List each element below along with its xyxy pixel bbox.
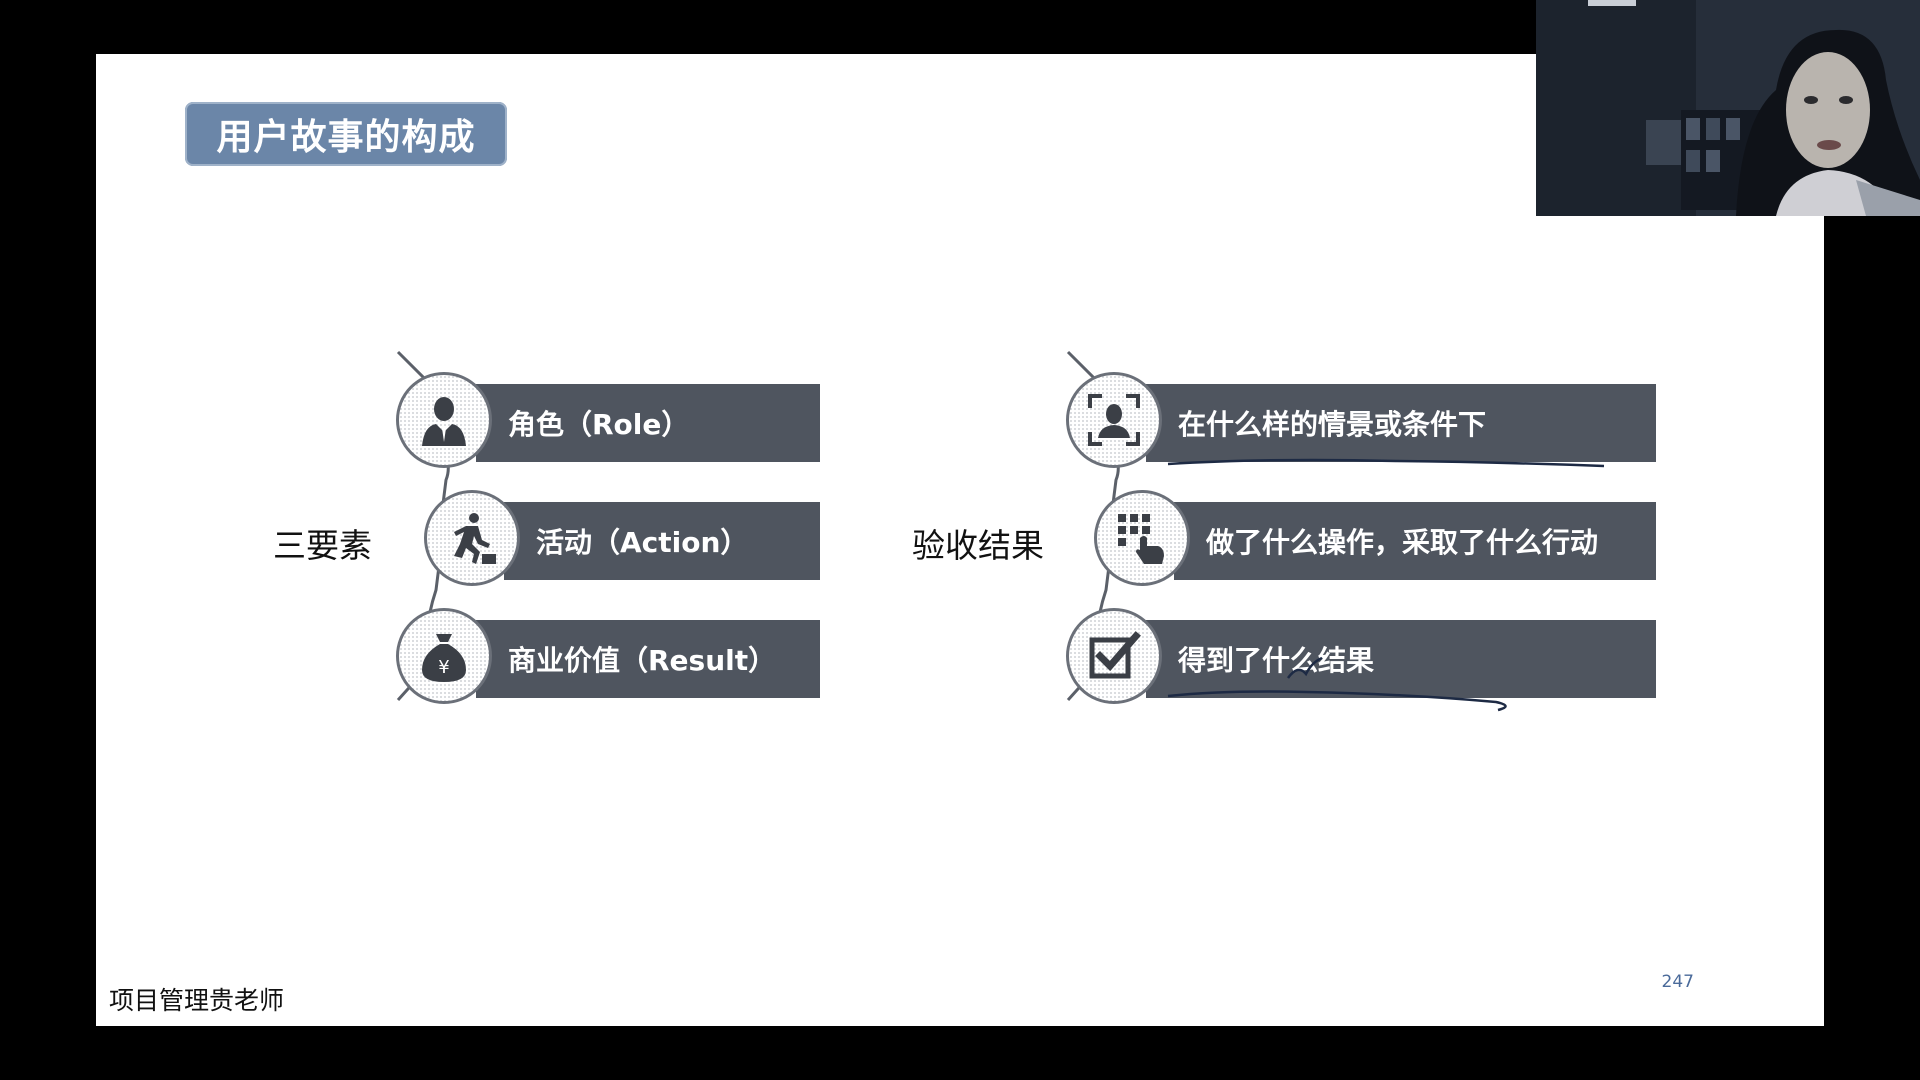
right-group-label: 验收结果 — [912, 526, 1044, 565]
scan-person-icon — [1088, 394, 1140, 446]
result-circle: ¥ — [396, 608, 492, 704]
person-icon — [422, 397, 466, 446]
left-group-label: 三要素 — [273, 526, 372, 565]
action-circle — [424, 490, 520, 586]
svg-text:¥: ¥ — [438, 657, 449, 678]
running-person-icon — [454, 513, 496, 564]
outcome-circle — [1066, 608, 1162, 704]
footer-watermark: 项目管理贵老师 — [109, 986, 285, 1015]
role-bar: 角色（Role） — [476, 384, 820, 462]
page-number: 247 — [1661, 972, 1694, 992]
operation-circle — [1094, 490, 1190, 586]
role-circle — [396, 372, 492, 468]
outcome-label: 得到了什么结果 — [1178, 644, 1375, 677]
condition-circle — [1066, 372, 1162, 468]
checkbox-checked-icon — [1089, 631, 1141, 679]
condition-bar: 在什么样的情景或条件下 — [1146, 384, 1656, 462]
role-label: 角色（Role） — [508, 408, 690, 441]
result-bar: 商业价值（Result） — [476, 620, 820, 698]
operation-bar: 做了什么操作，采取了什么行动 — [1174, 502, 1656, 580]
result-label: 商业价值（Result） — [508, 644, 777, 677]
keypad-tap-icon — [1118, 514, 1164, 564]
outcome-bar: 得到了什么结果 — [1146, 620, 1656, 698]
presenter-video-frame — [1536, 0, 1920, 216]
action-bar: 活动（Action） — [504, 502, 820, 580]
operation-label: 做了什么操作，采取了什么行动 — [1206, 526, 1599, 559]
money-bag-yuan-icon: ¥ — [422, 634, 466, 682]
condition-label: 在什么样的情景或条件下 — [1178, 408, 1487, 441]
action-label: 活动（Action） — [536, 526, 749, 559]
slide-title: 用户故事的构成 — [185, 102, 507, 166]
webcam-overlay — [1536, 0, 1920, 216]
